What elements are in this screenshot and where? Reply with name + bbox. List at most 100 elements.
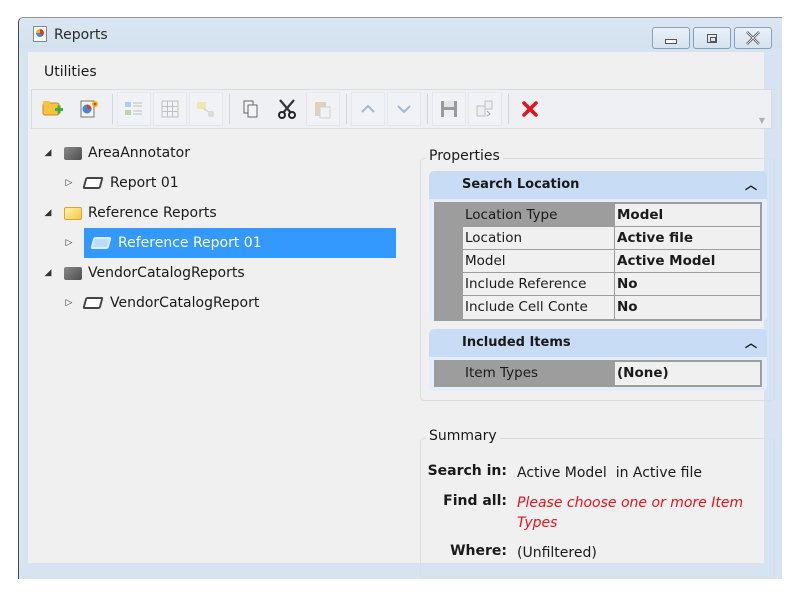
folder-icon	[64, 266, 82, 280]
report-tree: ◢ AreaAnnotator ▷ Report 01 ◢ Reference …	[28, 138, 408, 318]
export-icon	[476, 100, 493, 117]
property-value[interactable]: No	[615, 296, 760, 319]
tree-node[interactable]: ▷ Report 01	[28, 168, 408, 198]
delete-button[interactable]	[513, 92, 547, 126]
property-value[interactable]: Active file	[615, 227, 760, 249]
tree-node-label: Reference Report 01	[118, 235, 262, 251]
summary-warning: Please choose one or more Item Types	[517, 495, 744, 531]
close-icon	[746, 31, 760, 45]
section-title: Included Items	[462, 335, 571, 350]
property-value[interactable]: No	[615, 273, 760, 295]
property-row[interactable]: Include Reference No	[436, 273, 760, 296]
move-up-button[interactable]	[351, 92, 385, 126]
expand-triangle-icon[interactable]: ▷	[63, 178, 75, 188]
property-name: Item Types	[463, 362, 615, 385]
property-name: Location Type	[463, 204, 615, 226]
paste-button[interactable]	[306, 92, 340, 126]
tree-node-label: AreaAnnotator	[88, 145, 190, 161]
chevron-up-icon	[361, 104, 375, 113]
property-name: Include Cell Conte	[463, 296, 615, 319]
copy-button[interactable]	[234, 92, 268, 126]
window-content: Utilities ▼ ◢ AreaAnnotator ▷ Report 01 …	[28, 52, 775, 578]
menu-utilities[interactable]: Utilities	[44, 64, 97, 80]
grid-icon	[161, 100, 179, 118]
reports-window: Reports Utilities ▼ ◢ AreaAnnotator ▷ Re…	[18, 17, 782, 579]
cut-button[interactable]	[270, 92, 304, 126]
included-items-body: Item Types (None)	[429, 357, 767, 391]
property-value[interactable]: Active Model	[615, 250, 760, 272]
toolbar-separator	[508, 94, 509, 124]
summary-key: Search in:	[427, 463, 507, 479]
property-row[interactable]: Item Types (None)	[436, 362, 760, 385]
section-title: Search Location	[462, 177, 580, 192]
collapse-triangle-icon[interactable]: ◢	[42, 208, 54, 218]
summary-search-in: Search in: Active Model in Active file	[421, 463, 747, 483]
toolbar-separator	[112, 94, 113, 124]
link-button[interactable]	[189, 92, 223, 126]
columns-list-icon	[125, 102, 142, 115]
summary-label: Summary	[426, 428, 500, 444]
window-title: Reports	[54, 27, 108, 43]
tree-node-label: VendorCatalogReport	[110, 295, 260, 311]
included-items-header[interactable]: Included Items ︿	[429, 329, 767, 357]
tree-node[interactable]: ◢ VendorCatalogReports	[28, 258, 408, 288]
report-icon	[82, 177, 104, 189]
properties-group: Properties Search Location ︿ Location Ty…	[420, 148, 775, 401]
summary-key: Where:	[450, 543, 507, 559]
summary-key: Find all:	[443, 493, 507, 509]
delete-x-icon	[522, 101, 538, 117]
close-button[interactable]	[734, 27, 772, 49]
collapse-triangle-icon[interactable]: ◢	[42, 148, 54, 158]
chevron-down-icon	[397, 105, 411, 114]
columns-button[interactable]	[117, 92, 151, 126]
tree-node[interactable]: ◢ AreaAnnotator	[28, 138, 408, 168]
copy-icon	[243, 100, 258, 118]
table-button[interactable]	[153, 92, 187, 126]
tree-node-label: Report 01	[110, 175, 179, 191]
chevron-up-icon[interactable]: ︿	[745, 171, 757, 199]
save-button[interactable]	[432, 92, 466, 126]
toolbar: ▼	[31, 89, 772, 129]
title-bar[interactable]: Reports	[19, 18, 782, 49]
toolbar-overflow-icon[interactable]: ▼	[759, 116, 765, 125]
property-row[interactable]: Include Cell Conte No	[436, 296, 760, 319]
maximize-button[interactable]	[693, 27, 731, 49]
expand-triangle-icon[interactable]: ▷	[63, 298, 75, 308]
property-grid: Location Type Model Location Active file…	[434, 202, 762, 321]
property-row[interactable]: Location Type Model	[436, 204, 760, 227]
export-button[interactable]	[468, 92, 502, 126]
property-name: Location	[463, 227, 615, 249]
collapse-triangle-icon[interactable]: ◢	[42, 268, 54, 278]
tree-node-label: VendorCatalogReports	[88, 265, 245, 281]
tree-node[interactable]: ▷ VendorCatalogReport	[28, 288, 408, 318]
property-row[interactable]: Model Active Model	[436, 250, 760, 273]
properties-label: Properties	[426, 148, 503, 164]
property-name: Model	[463, 250, 615, 272]
tree-node-label: Reference Reports	[88, 205, 217, 221]
minimize-button[interactable]	[652, 27, 690, 49]
tree-node[interactable]: ◢ Reference Reports	[28, 198, 408, 228]
property-grid: Item Types (None)	[434, 360, 762, 387]
expand-triangle-icon[interactable]: ▷	[63, 238, 75, 248]
toolbar-separator	[346, 94, 347, 124]
report-icon	[82, 297, 104, 309]
search-location-header[interactable]: Search Location ︿	[429, 171, 767, 199]
property-value[interactable]: (None)	[615, 362, 760, 385]
tree-node-selected[interactable]: ▷ Reference Report 01	[28, 228, 408, 258]
search-location-body: Location Type Model Location Active file…	[429, 199, 767, 321]
summary-where: Where: (Unfiltered)	[421, 543, 747, 563]
link-icon	[197, 102, 214, 117]
property-name: Include Reference	[463, 273, 615, 295]
maximize-icon	[707, 33, 717, 43]
toolbar-separator	[229, 94, 230, 124]
chevron-up-icon[interactable]: ︿	[745, 329, 757, 357]
menu-bar: Utilities	[28, 52, 764, 88]
property-value[interactable]: Model	[615, 204, 760, 226]
new-folder-button[interactable]	[36, 92, 70, 126]
property-row[interactable]: Location Active file	[436, 227, 760, 250]
move-down-button[interactable]	[387, 92, 421, 126]
new-report-icon	[80, 100, 98, 118]
app-icon	[33, 26, 47, 42]
paste-icon	[315, 102, 331, 119]
new-report-button[interactable]	[72, 92, 106, 126]
